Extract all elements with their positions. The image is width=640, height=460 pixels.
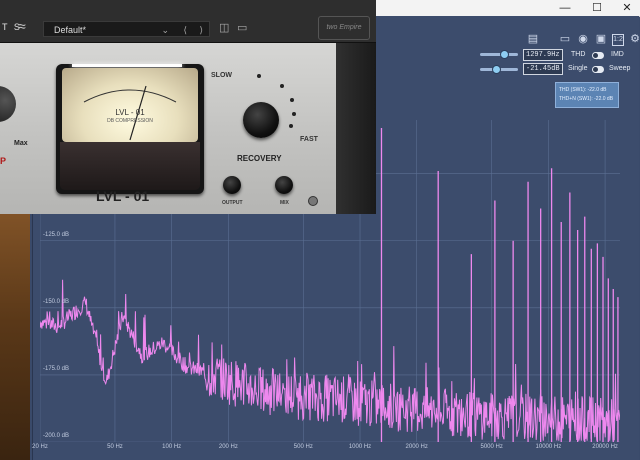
level-slider-knob[interactable] — [492, 65, 501, 74]
slow-label: SLOW — [211, 72, 232, 79]
preset-selector[interactable]: Default* ⌄ ⟨ ⟩ — [43, 21, 210, 37]
fast-label: FAST — [300, 136, 318, 143]
recovery-dot — [289, 124, 293, 128]
recovery-dot — [280, 84, 284, 88]
resolution-icon[interactable]: 1:2 — [612, 34, 624, 46]
meter-light — [72, 64, 182, 67]
report-icon[interactable]: ▤ — [526, 32, 540, 46]
chevron-down-icon[interactable]: ⌄ — [161, 22, 169, 38]
waves-icon[interactable]: ≈ — [18, 18, 26, 34]
x-tick-label: 500 Hz — [293, 444, 313, 450]
x-tick-label: 10000 Hz — [535, 444, 562, 450]
recovery-dot — [290, 98, 294, 102]
trash-icon[interactable]: ▭ — [237, 21, 247, 34]
x-tick-label: 50 Hz — [107, 444, 123, 450]
model-name: LVL - 01 — [96, 188, 150, 204]
x-tick-label: 20 Hz — [32, 444, 48, 450]
legend-thdn: THD+N (SW1): -22.0 dB — [559, 96, 614, 102]
measurement-legend: THD (SW1): -22.0 dB THD+N (SW1): -22.0 d… — [555, 82, 619, 108]
frequency-slider-knob[interactable] — [500, 50, 509, 59]
output-label: OUTPUT — [222, 200, 243, 206]
minimize-button[interactable]: — — [550, 0, 580, 16]
p-label: P — [0, 156, 7, 166]
settings-icon[interactable]: ⚙ — [628, 32, 640, 46]
book-icon[interactable]: ▭ — [558, 32, 572, 46]
camera-icon[interactable]: ▣ — [594, 32, 608, 46]
x-tick-label: 20000 Hz — [592, 444, 618, 450]
output-knob[interactable] — [223, 176, 241, 194]
sweep-label: Sweep — [609, 65, 631, 72]
maximize-button[interactable]: ☐ — [582, 0, 612, 16]
single-label: Single — [568, 65, 588, 72]
thd-label: THD — [571, 51, 586, 58]
previous-preset-icon[interactable]: ⟨ — [183, 22, 187, 38]
single-sweep-toggle[interactable] — [592, 66, 604, 73]
thd-imd-toggle[interactable] — [592, 52, 604, 59]
next-preset-icon[interactable]: ⟩ — [199, 22, 203, 38]
spectrum-trace — [40, 279, 620, 441]
frequency-slider[interactable] — [480, 53, 518, 56]
x-tick-label: 2000 Hz — [405, 444, 428, 450]
eye-icon[interactable]: ◉ — [576, 32, 590, 46]
preset-name: Default* — [54, 25, 87, 35]
x-tick-label: 5000 Hz — [480, 444, 503, 450]
plugin-header: T S ≈ Default* ⌄ ⟨ ⟩ ◫ ▭ two Empire — [0, 0, 376, 43]
plugin-side-panel — [336, 43, 376, 214]
brand-logo: two Empire — [318, 16, 370, 40]
recovery-dot — [292, 112, 296, 116]
recovery-dot — [257, 74, 261, 78]
y-tick-label: -150.0 dB — [43, 298, 70, 305]
x-tick-label: 200 Hz — [218, 444, 238, 450]
close-button[interactable]: ✕ — [612, 0, 640, 16]
vu-meter-face: LVL - 01 DB COMPRESSION — [62, 68, 198, 142]
mix-knob[interactable] — [275, 176, 293, 194]
y-tick-label: -125.0 dB — [43, 231, 70, 238]
x-tick-label: 100 Hz — [162, 444, 182, 450]
y-tick-label: -175.0 dB — [43, 365, 70, 372]
meter-subtitle: DB COMPRESSION — [107, 118, 153, 124]
max-label: Max — [14, 140, 28, 147]
y-tick-label: -200.0 dB — [43, 433, 70, 439]
level-value[interactable]: -21.45dB — [523, 63, 563, 75]
meter-title: LVL - 01 — [115, 108, 145, 117]
imd-label: IMD — [611, 51, 624, 58]
meter-lower-panel — [60, 142, 200, 190]
save-icon[interactable]: ◫ — [219, 21, 229, 34]
screw-icon — [308, 196, 318, 206]
plugin-window: T S ≈ Default* ⌄ ⟨ ⟩ ◫ ▭ two Empire Max … — [0, 0, 376, 214]
recovery-label: RECOVERY — [237, 154, 282, 163]
legend-thd: THD (SW1): -22.0 dB — [559, 87, 607, 93]
frequency-value[interactable]: 1297.9Hz — [523, 49, 563, 61]
mix-label: MIX — [280, 200, 289, 206]
meter-scale — [83, 85, 177, 141]
recovery-knob[interactable] — [243, 102, 279, 138]
x-tick-label: 1000 Hz — [348, 444, 372, 450]
